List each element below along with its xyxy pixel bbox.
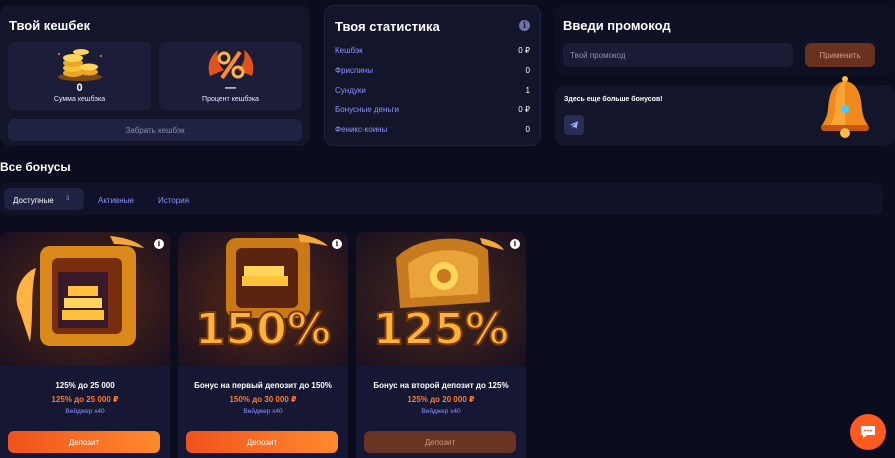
apply-promo-button[interactable]: Применить bbox=[805, 43, 875, 67]
stat-value: 0 bbox=[525, 125, 530, 134]
bonus-card-title: Бонус на второй депозит до 125% bbox=[373, 381, 509, 390]
wallet-125-art-icon: 125% bbox=[356, 232, 526, 366]
stat-value: 1 bbox=[525, 86, 530, 95]
cashback-percent-value: — bbox=[225, 82, 236, 94]
stats-title: Твоя статистика bbox=[335, 19, 440, 34]
stat-value: 0 ₽ bbox=[518, 105, 530, 114]
percent-icon bbox=[208, 50, 253, 80]
promo-title: Введи промокод bbox=[563, 18, 671, 33]
stat-label: Феникс-коины bbox=[335, 125, 388, 134]
cashback-percent-label: Процент кешбэка bbox=[202, 96, 259, 103]
promo-code-input[interactable] bbox=[563, 43, 793, 67]
bonus-card: 150% i Бонус на первый депозит до 150% 1… bbox=[178, 232, 348, 458]
info-icon[interactable]: i bbox=[510, 239, 520, 249]
support-chat-button[interactable] bbox=[850, 414, 886, 450]
stat-label: Бонусные деньги bbox=[335, 105, 399, 114]
all-bonuses-title: Все бонусы bbox=[0, 160, 71, 174]
chat-icon bbox=[861, 426, 875, 438]
cashback-amount-card: 0 Сумма кешбэка bbox=[8, 42, 151, 110]
telegram-icon bbox=[570, 121, 578, 129]
bonus-card-amount: 125% до 20 000 ₽ bbox=[407, 395, 475, 404]
cashback-percent-card: — Процент кешбэка bbox=[159, 42, 302, 110]
info-icon[interactable]: i bbox=[332, 239, 342, 249]
withdraw-cashback-button[interactable]: Забрать кешбэк bbox=[8, 119, 302, 141]
bonus-card-amount: 125% до 25 000 ₽ bbox=[51, 395, 119, 404]
art-text: 125% bbox=[373, 304, 509, 355]
tab-available-label: Доступные bbox=[13, 196, 54, 205]
bonus-card-wager: Вейджер x40 bbox=[65, 408, 105, 415]
bonus-card-title: 125% до 25 000 bbox=[55, 381, 115, 390]
stat-row-phoenix-coins: Феникс-коины 0 bbox=[335, 125, 530, 137]
more-bonuses-panel: Здесь еще больше бонусов! bbox=[555, 76, 895, 146]
stat-label: Фриспины bbox=[335, 66, 373, 75]
bell-icon bbox=[821, 76, 869, 138]
tab-available[interactable]: Доступные 3 bbox=[4, 188, 84, 210]
bonus-card: 125% i Бонус на второй депозит до 125% 1… bbox=[356, 232, 526, 458]
bonus-card-amount: 150% до 30 000 ₽ bbox=[229, 395, 297, 404]
safe-art-icon bbox=[0, 232, 170, 366]
deposit-button[interactable]: Депозит bbox=[8, 431, 160, 453]
bonus-card: i 125% до 25 000 125% до 25 000 ₽ Вейдже… bbox=[0, 232, 170, 458]
coins-icon bbox=[57, 49, 102, 81]
bonus-card-wager: Вейджер x40 bbox=[243, 408, 283, 415]
stats-panel: Твоя статистика i Кешбэк 0 ₽ Фриспины 0 … bbox=[324, 5, 541, 146]
more-bonuses-text: Здесь еще больше бонусов! bbox=[564, 96, 663, 103]
art-text: 150% bbox=[195, 304, 331, 355]
bonus-card-wager: Вейджер x40 bbox=[421, 408, 461, 415]
tab-history[interactable]: История bbox=[158, 196, 189, 205]
stat-label: Сундуки bbox=[335, 86, 366, 95]
info-icon[interactable]: i bbox=[154, 239, 164, 249]
info-icon[interactable]: i bbox=[519, 20, 530, 31]
cashback-title: Твой кешбек bbox=[9, 18, 91, 33]
deposit-button[interactable]: Депозит bbox=[186, 431, 338, 453]
stat-value: 0 ₽ bbox=[518, 46, 530, 55]
tab-active[interactable]: Активные bbox=[98, 196, 134, 205]
bonus-tabs: Доступные 3 Активные История bbox=[0, 183, 883, 215]
cashback-amount-value: 0 bbox=[76, 82, 83, 94]
cashback-panel: Твой кешбек 0 Сумма кешбэка — Процент ке… bbox=[0, 5, 310, 146]
stat-value: 0 bbox=[525, 66, 530, 75]
stat-row-cashback: Кешбэк 0 ₽ bbox=[335, 46, 530, 58]
safe-150-art-icon: 150% bbox=[178, 232, 348, 366]
stat-label: Кешбэк bbox=[335, 46, 363, 55]
promo-panel: Введи промокод Применить bbox=[555, 5, 895, 75]
cashback-amount-label: Сумма кешбэка bbox=[53, 96, 106, 103]
telegram-button[interactable] bbox=[564, 115, 584, 135]
bonus-card-title: Бонус на первый депозит до 150% bbox=[194, 381, 332, 390]
stat-row-bonus-money: Бонусные деньги 0 ₽ bbox=[335, 105, 530, 117]
stat-row-freespins: Фриспины 0 bbox=[335, 66, 530, 78]
deposit-button[interactable]: Депозит bbox=[364, 431, 516, 453]
tab-available-count: 3 bbox=[66, 196, 70, 202]
stat-row-chests: Сундуки 1 bbox=[335, 86, 530, 98]
